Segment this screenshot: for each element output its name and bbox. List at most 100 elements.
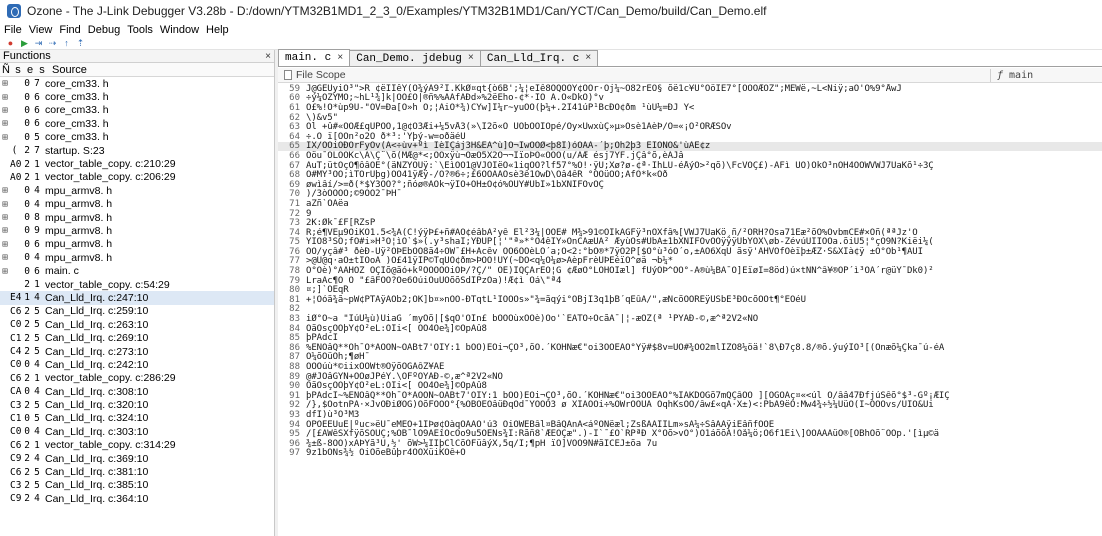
code-line[interactable]: 90 ÕãÕsçÕÕþÝ¢Õ²eL:ÕÌi<[ ÕÕ4Õe¾]©ÕpÃû8	[278, 381, 1102, 391]
expand-toggle[interactable]: ⊞	[0, 266, 10, 277]
line-number[interactable]: 66	[278, 151, 306, 161]
line-number[interactable]: 62	[278, 113, 306, 123]
function-row[interactable]: ⊞ 0 6 core_cm33. h	[0, 117, 274, 130]
code-line[interactable]: 74 R;é¶VÊµ9ÕiKÕ1.5<¾Ã(C!ýÿÞ£+ñ#ÃÕ¢éâbÃ²y…	[278, 228, 1102, 238]
code-line[interactable]: 91 þPÃdcI~%ÊÑÕâQ**Õh¯Õ*ÃÕÕÑ~ÕÃBt7'ÕÏÝ:1 b…	[278, 391, 1102, 401]
line-number[interactable]: 96	[278, 439, 306, 449]
expand-toggle[interactable]: ⊞	[0, 132, 10, 143]
code-line[interactable]: 60 ÷ý¼ÕZYMÕ;~hL¹¾]k|ÕÕ£Õ|®ñ%%ÃÃfÁÐd»%2ëE…	[278, 93, 1102, 103]
source-code-view[interactable]: 59 J@GÊÜyiÕ³">R ¢ëÎÌêY(Ò¾ýÀ9²Î.KkØ¤qt{ò6B…	[278, 84, 1102, 536]
function-row[interactable]: C1 2 5 Can_Lld_Irq. c:269:10	[0, 331, 274, 344]
code-line[interactable]: 78 O°Õè)°ÃÃHÕZ ÕÇÏõ@ãó+kºÕÕÕÕÕiÕÞ/?Ç/" Õ…	[278, 266, 1102, 276]
code-line[interactable]: 77 >@Ü@q·aÕ±tÏÕoÃ )Õ£41ÿÏP©TqÜÕ¢ðm>ÞÕÕ!ÜY…	[278, 256, 1102, 266]
code-line[interactable]: 80 ¤;]`ÕEqR	[278, 285, 1102, 295]
code-line[interactable]: 86 %ÊÑÕâQ**Õh¯Õ*ÃÕÕÑ~ÕÃBt7'ÕÏÝ:1 bÕÕ)ÊÕi¬…	[278, 343, 1102, 353]
line-number[interactable]: 74	[278, 228, 306, 238]
function-row[interactable]: ⊞ 0 7 core_cm33. h	[0, 77, 274, 90]
line-number[interactable]: 71	[278, 199, 306, 209]
code-line[interactable]: 62 \)&v5"	[278, 113, 1102, 123]
expand-toggle[interactable]: ⊞	[0, 78, 10, 89]
line-number[interactable]: 95	[278, 429, 306, 439]
expand-toggle[interactable]: ⊞	[0, 105, 10, 116]
line-number[interactable]: 97	[278, 448, 306, 458]
code-line[interactable]: 66 Õöu¯ÕLÕÕKc\Ã\Ç¨\õ(MÆ@*<;ÕÕxÿù¬ÕæÕ5X2Õ¬…	[278, 151, 1102, 161]
column-header-s2[interactable]: s	[36, 64, 48, 76]
line-number[interactable]: 59	[278, 84, 306, 94]
line-number[interactable]: 81	[278, 295, 306, 305]
line-number[interactable]: 77	[278, 256, 306, 266]
close-icon[interactable]: ×	[265, 51, 271, 62]
line-number[interactable]: 84	[278, 324, 306, 334]
function-row[interactable]: E4 1 4 Can_Lld_Irq. c:247:10	[0, 291, 274, 305]
function-row[interactable]: C1 0 5 Can_Lld_Irq. c:324:10	[0, 412, 274, 425]
line-number[interactable]: 94	[278, 420, 306, 430]
line-number[interactable]: 90	[278, 381, 306, 391]
code-line[interactable]: 84 ÕãÕsçÕÕþÝ¢Õ²eL:ÕÌi<[ ÕÕ4Õe¾]©ÕpÃû8	[278, 324, 1102, 334]
code-line[interactable]: 82	[278, 304, 1102, 314]
code-line[interactable]: 67 ÃuT;ütÕçÕ¶ôâÕÊ°(äNZYÕÜÿ:`\ÊìÕÕ1@VJÕÏëÕ…	[278, 161, 1102, 171]
column-header-s[interactable]: s	[12, 64, 24, 76]
code-line[interactable]: 76 ÕÕ/yçâ#³ ðèÐ-Üÿ²ÕÞÉbÕÕ8ã4÷ÕW¯£H+Ãcêv Õ…	[278, 247, 1102, 257]
expand-toggle[interactable]: ⊞	[0, 239, 10, 250]
function-row[interactable]: C6 2 5 Can_Lld_Irq. c:259:10	[0, 305, 274, 318]
function-row[interactable]: C0 2 5 Can_Lld_Irq. c:263:10	[0, 318, 274, 331]
function-row[interactable]: C3 2 5 Can_Lld_Irq. c:385:10	[0, 479, 274, 492]
menu-window[interactable]: Window	[160, 24, 199, 36]
step-out-icon[interactable]: ⇡	[75, 38, 86, 48]
line-number[interactable]: 65	[278, 141, 306, 151]
line-number[interactable]: 76	[278, 247, 306, 257]
step-up-icon[interactable]: ↑	[61, 38, 72, 48]
code-line[interactable]: 88 ÕÕÕúù*©iixÕÕWt®ÕÿõÕGÃôZ¥ÃÊ	[278, 362, 1102, 372]
line-number[interactable]: 72	[278, 209, 306, 219]
function-row[interactable]: (2 7 startup. S:23	[0, 144, 274, 157]
step-into-icon[interactable]: ⇥	[33, 38, 44, 48]
function-row[interactable]: ⊞ 0 9 mpu_armv8. h	[0, 224, 274, 237]
line-number[interactable]: 89	[278, 372, 306, 382]
line-number[interactable]: 92	[278, 400, 306, 410]
tab-main-c[interactable]: main. c ×	[278, 49, 351, 66]
column-header-source[interactable]: Source	[48, 64, 87, 76]
function-row[interactable]: C4 2 5 Can_Lld_Irq. c:273:10	[0, 345, 274, 358]
close-icon[interactable]: ×	[468, 53, 474, 64]
expand-toggle[interactable]: ⊞	[0, 118, 10, 129]
line-number[interactable]: 68	[278, 170, 306, 180]
function-row[interactable]: C0 0 4 Can_Lld_Irq. c:303:10	[0, 425, 274, 438]
tab-can-demo-jdebug[interactable]: Can_Demo. jdebug ×	[349, 50, 481, 66]
code-line[interactable]: 63 Õl +û#«ÕÕÆ£qUPÕÕ,1@¢Õ3Æi+¼5vÅ3(»\Í2õ«Ö…	[278, 122, 1102, 132]
function-row[interactable]: A0 2 1 vector_table_copy. c:210:29	[0, 157, 274, 170]
line-number[interactable]: 87	[278, 352, 306, 362]
line-number[interactable]: 82	[278, 304, 306, 314]
function-row[interactable]: ⊞ 0 6 core_cm33. h	[0, 90, 274, 103]
line-number[interactable]: 60	[278, 93, 306, 103]
function-row[interactable]: C0 0 4 Can_Lld_Irq. c:242:10	[0, 358, 274, 371]
file-scope-selector[interactable]: File Scope	[278, 69, 990, 81]
column-header-e[interactable]: e	[24, 64, 36, 76]
code-line[interactable]: 89 @#JÕâGÝÑ+ÕÕøJPéÝ.\ÕFºÕÝÃÐ-©,æ^ª2V2«ÑÕ	[278, 372, 1102, 382]
line-number[interactable]: 73	[278, 218, 306, 228]
code-line[interactable]: 68 Õ#MY³ÕÕ;ìTÕrÜþg)ÕÕ41ÿÆÿ-/Õ?®6÷;£6ÕÕÃÃÕ…	[278, 170, 1102, 180]
menu-tools[interactable]: Tools	[127, 24, 153, 36]
function-row[interactable]: C9 2 4 Can_Lld_Irq. c:369:10	[0, 452, 274, 465]
line-number[interactable]: 67	[278, 161, 306, 171]
function-row[interactable]: A0 2 1 vector_table_copy. c:206:29	[0, 171, 274, 184]
function-row[interactable]: C9 2 4 Can_Lld_Irq. c:364:10	[0, 492, 274, 505]
function-row[interactable]: ⊞ 0 5 core_cm33. h	[0, 131, 274, 144]
column-header-n[interactable]: Ñ	[0, 64, 12, 76]
code-line[interactable]: 73 2K:Øk¯£F[RZsP	[278, 218, 1102, 228]
code-line[interactable]: 81 +¦Õóã¾ã~pW¢PTÃÿAOb2;ÕK]b¤»nÕÕ-ÐTqtL¹ÏÕ…	[278, 295, 1102, 305]
menu-debug[interactable]: Debug	[88, 24, 120, 36]
close-icon[interactable]: ×	[585, 53, 591, 64]
close-icon[interactable]: ×	[337, 53, 343, 64]
expand-toggle[interactable]: ⊞	[0, 199, 10, 210]
function-row[interactable]: ⊞ 0 6 mpu_armv8. h	[0, 238, 274, 251]
record-icon[interactable]: ●	[5, 38, 16, 48]
code-line[interactable]: 94 ÕPÕÈÈÜuE|ºuc»ëÜ¯eMEÕ+1ÍÞø¢ÕàqÕÃÃÕ'ú3 Õ…	[278, 420, 1102, 430]
code-line[interactable]: 85 þPÃdcI	[278, 333, 1102, 343]
function-row[interactable]: ⊞ 0 6 main. c	[0, 264, 274, 277]
code-line[interactable]: 87 Õ¼õÕüÕh;¶øH¯	[278, 352, 1102, 362]
line-number[interactable]: 70	[278, 189, 306, 199]
function-row[interactable]: ⊞ 0 8 mpu_armv8. h	[0, 211, 274, 224]
code-line[interactable]: 97 9z1bÕÑs¾½ ÕiÕõeBûþr4ÕÕXüiKÕê+Õ	[278, 448, 1102, 458]
play-icon[interactable]: ▶	[19, 38, 30, 48]
function-row[interactable]: C6 2 5 Can_Lld_Irq. c:381:10	[0, 465, 274, 478]
